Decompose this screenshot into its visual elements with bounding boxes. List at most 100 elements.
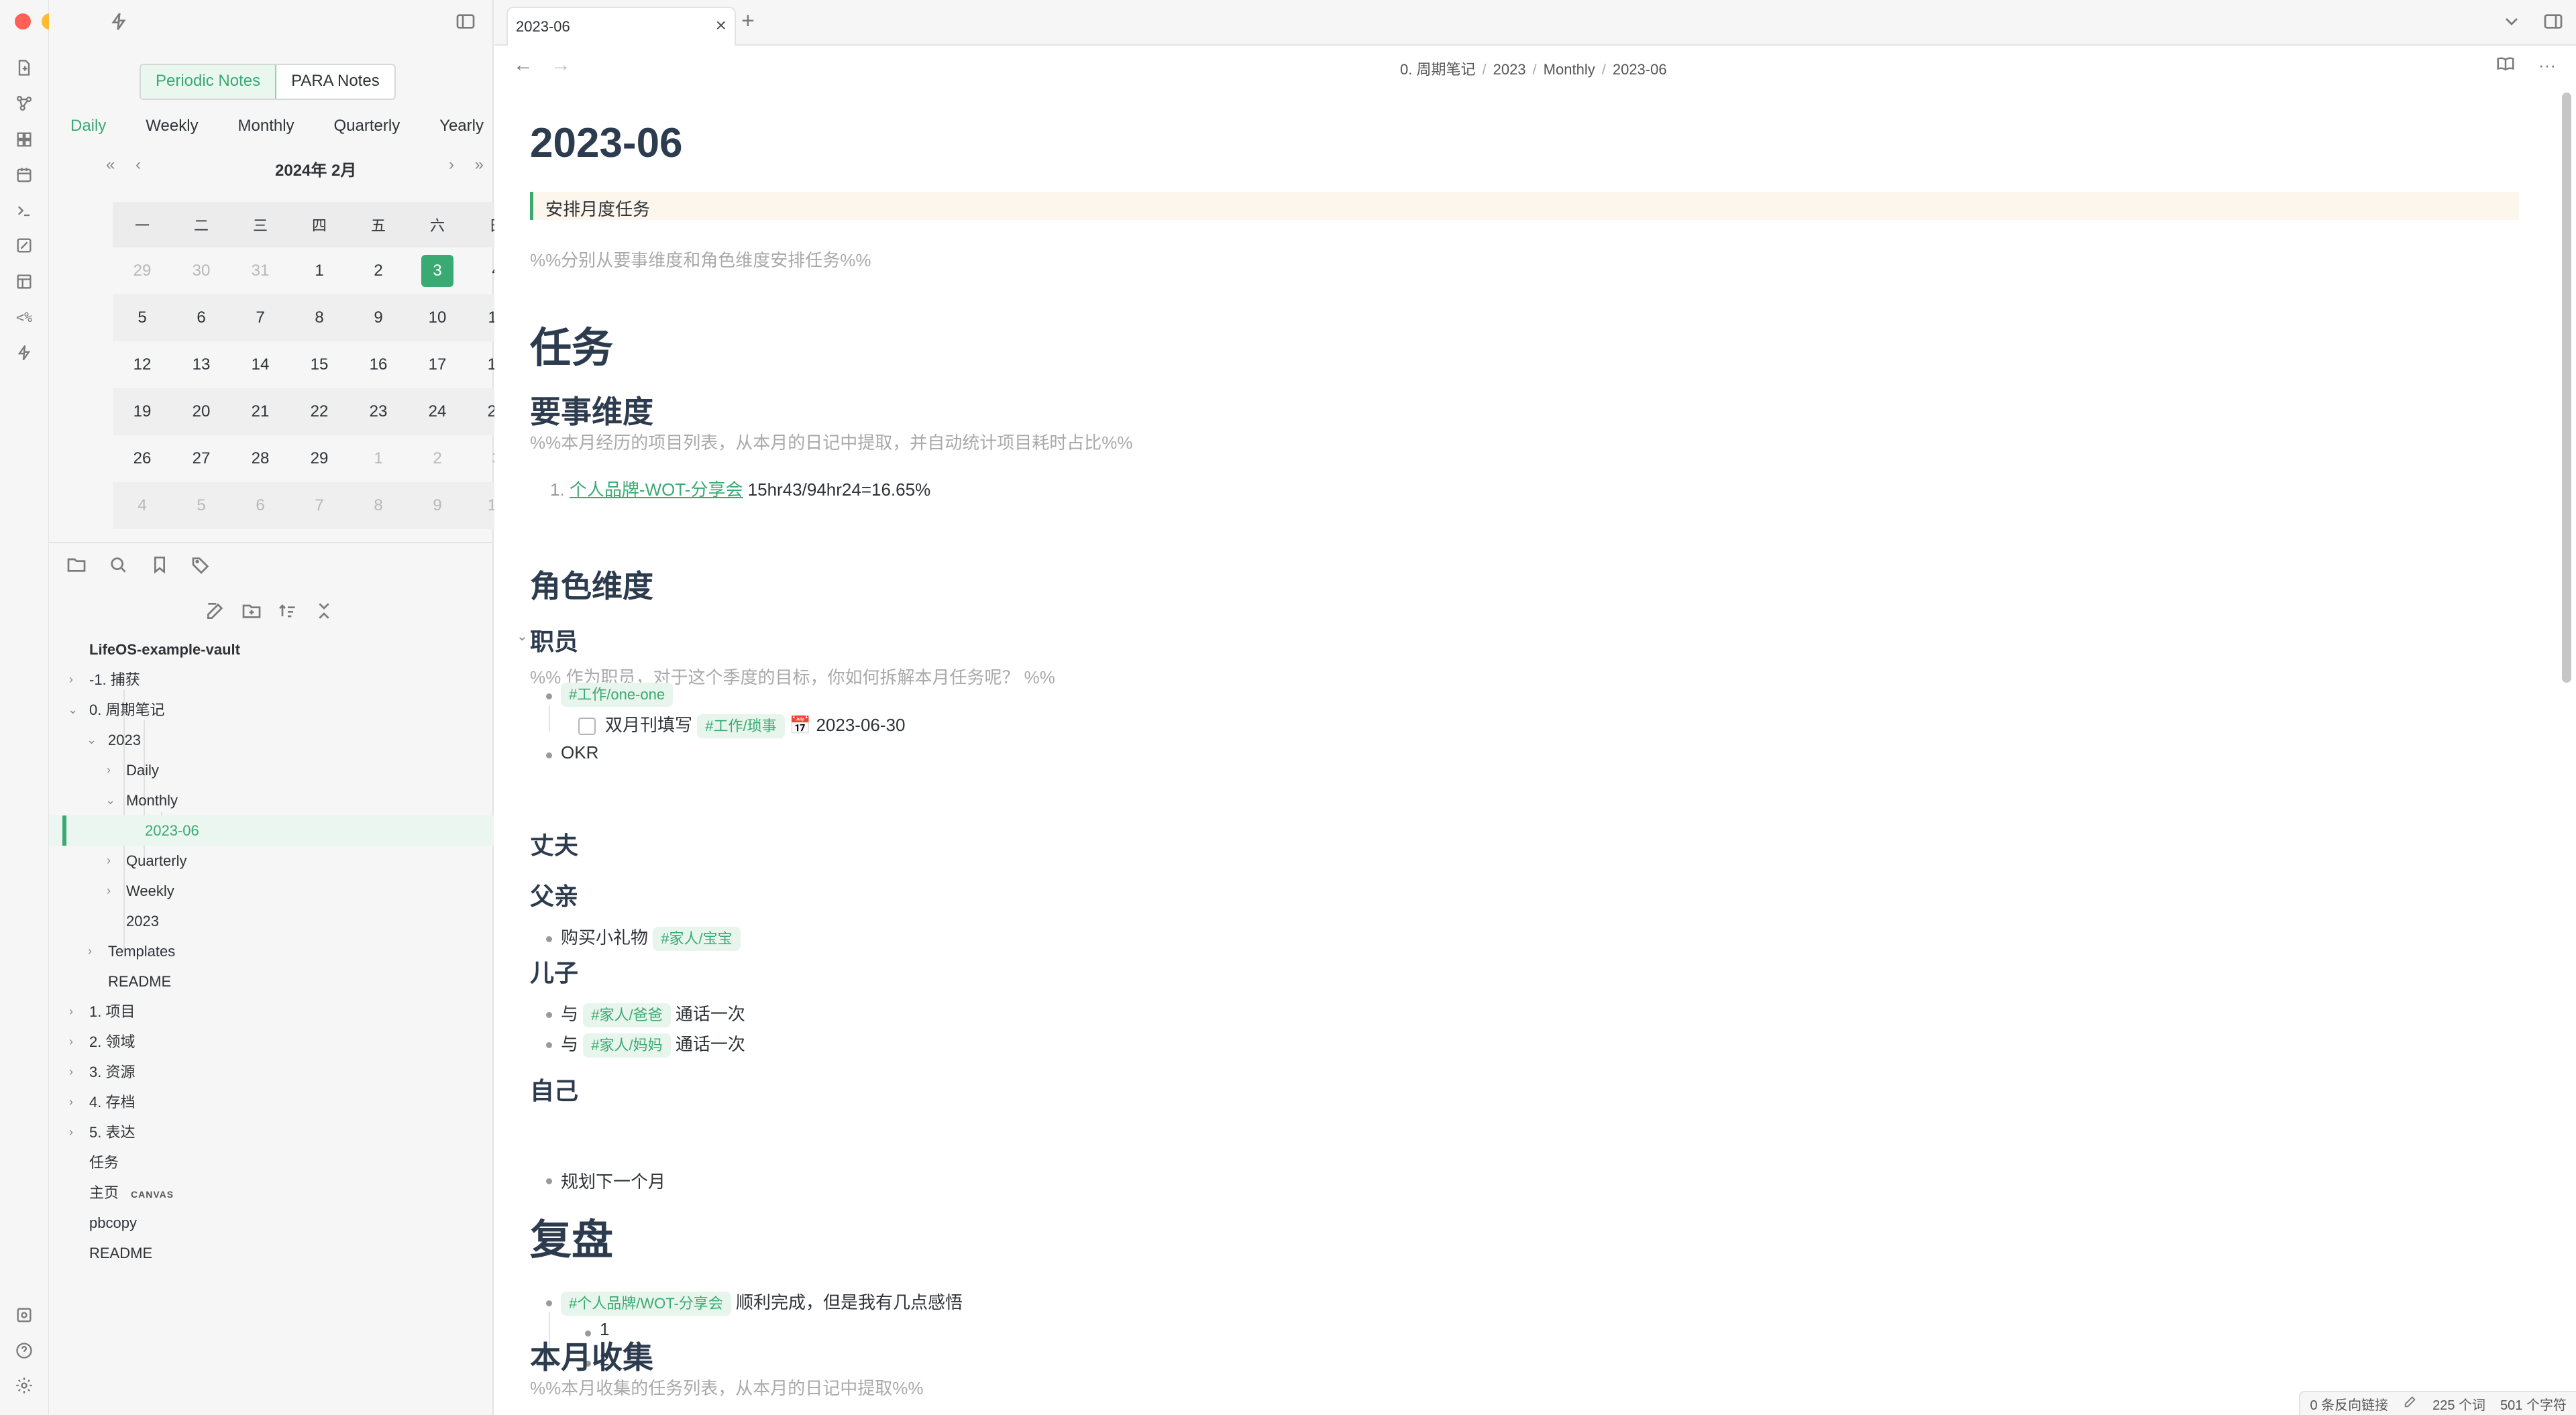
tree-folder-areas[interactable]: › 2. 领域 <box>49 1027 494 1057</box>
calendar-prev-arrows-icon[interactable]: « ‹ <box>106 156 149 174</box>
calendar-day[interactable]: 29 <box>290 435 349 482</box>
calendar-day[interactable]: 26 <box>113 435 172 482</box>
calendar-day[interactable]: 7 <box>231 294 290 341</box>
tree-folder-quarterly[interactable]: › Quarterly <box>49 846 494 876</box>
tree-file-tasks[interactable]: 任务 <box>49 1147 494 1178</box>
calendar-day[interactable]: 12 <box>113 341 172 388</box>
fold-chevron-icon[interactable]: ⌄ <box>517 628 528 644</box>
calendar-day[interactable]: 17 <box>408 341 467 388</box>
new-folder-icon[interactable] <box>241 600 262 625</box>
terminal-icon[interactable] <box>13 200 35 221</box>
tree-folder-2023[interactable]: ⌄ 2023 <box>49 725 494 755</box>
calendar-day[interactable]: 21 <box>231 388 290 435</box>
calendar-day[interactable]: 2 <box>349 247 408 294</box>
tab-daily[interactable]: Daily <box>62 114 114 138</box>
tag-pill[interactable]: #家人/妈妈 <box>583 1033 671 1058</box>
tab-2023-06[interactable]: 2023-06 × <box>506 7 736 46</box>
backlinks-count[interactable]: 0 条反向链接 <box>2310 1394 2388 1414</box>
toggle-sidebar-icon[interactable] <box>455 9 476 36</box>
calendar-day[interactable]: 20 <box>172 388 231 435</box>
help-icon[interactable] <box>13 1340 35 1361</box>
tab-monthly[interactable]: Monthly <box>230 114 303 138</box>
tree-folder-archive[interactable]: › 4. 存档 <box>49 1087 494 1117</box>
calendar-day[interactable]: 27 <box>172 435 231 482</box>
calendar-day-today[interactable]: 3 <box>408 247 467 294</box>
tag-pill[interactable]: #家人/宝宝 <box>653 927 741 952</box>
search-icon[interactable] <box>107 554 129 579</box>
callout-block[interactable]: 安排月度任务 <box>530 192 2519 220</box>
tab-weekly[interactable]: Weekly <box>138 114 206 138</box>
calendar-day[interactable]: 1 <box>349 435 408 482</box>
internal-link[interactable]: 个人品牌-WOT-分享会 <box>570 479 743 500</box>
collapse-all-icon[interactable] <box>313 600 335 625</box>
tree-file-readme[interactable]: README <box>49 1238 494 1268</box>
dashboard-icon[interactable] <box>13 129 35 150</box>
tree-folder-periodic[interactable]: ⌄ 0. 周期笔记 <box>49 695 494 725</box>
tag-pill[interactable]: #工作/琐事 <box>697 714 785 739</box>
more-options-icon[interactable]: ··· <box>2538 55 2556 76</box>
calendar-next-arrows-icon[interactable]: › » <box>449 156 492 174</box>
calendar-day[interactable]: 29 <box>113 247 172 294</box>
open-quick-switcher-icon[interactable] <box>13 57 35 78</box>
calendar-day[interactable]: 6 <box>172 294 231 341</box>
tree-file-home-canvas[interactable]: 主页 CANVAS <box>49 1178 494 1208</box>
calendar-day[interactable]: 13 <box>172 341 231 388</box>
new-tab-icon[interactable]: + <box>741 8 755 34</box>
bookmark-icon[interactable] <box>149 554 170 579</box>
lightning-icon[interactable] <box>108 9 129 36</box>
calendar-day[interactable]: 15 <box>290 341 349 388</box>
task-checkbox[interactable] <box>578 718 596 736</box>
editor-scrollbar[interactable] <box>2562 93 2571 683</box>
calendar-day[interactable]: 5 <box>113 294 172 341</box>
vault-switcher-icon[interactable] <box>13 1304 35 1326</box>
tree-file-pbcopy[interactable]: pbcopy <box>49 1208 494 1238</box>
calendar-day[interactable]: 9 <box>408 482 467 529</box>
calendar-day[interactable]: 16 <box>349 341 408 388</box>
canvas-icon[interactable] <box>13 235 35 256</box>
close-tab-icon[interactable]: × <box>716 15 727 36</box>
calendar-day[interactable]: 8 <box>290 294 349 341</box>
tree-folder-weekly[interactable]: › Weekly <box>49 876 494 906</box>
calendar-day[interactable]: 4 <box>113 482 172 529</box>
calendar-day[interactable]: 5 <box>172 482 231 529</box>
tree-folder-daily[interactable]: › Daily <box>49 755 494 785</box>
calendar-day[interactable]: 6 <box>231 482 290 529</box>
tree-folder-express[interactable]: › 5. 表达 <box>49 1117 494 1147</box>
templater-icon[interactable]: <% <box>13 306 35 328</box>
calendar-day[interactable]: 30 <box>172 247 231 294</box>
calendar-day[interactable]: 9 <box>349 294 408 341</box>
calendar-day[interactable]: 2 <box>408 435 467 482</box>
settings-gear-icon[interactable] <box>13 1375 35 1396</box>
segment-para-notes[interactable]: PARA Notes <box>276 65 394 99</box>
tag-pill[interactable]: #个人品牌/WOT-分享会 <box>561 1292 731 1316</box>
tags-icon[interactable] <box>191 554 212 579</box>
breadcrumb-item[interactable]: 0. 周期笔记 <box>1400 61 1475 78</box>
tab-quarterly[interactable]: Quarterly <box>326 114 409 138</box>
calendar-day[interactable]: 23 <box>349 388 408 435</box>
calendar-day[interactable]: 19 <box>113 388 172 435</box>
calendar-day[interactable]: 31 <box>231 247 290 294</box>
tag-pill[interactable]: #工作/one-one <box>561 683 674 707</box>
tree-folder-templates[interactable]: › Templates <box>49 936 494 966</box>
tree-folder-resources[interactable]: › 3. 资源 <box>49 1057 494 1087</box>
calendar-icon[interactable] <box>13 164 35 186</box>
edit-mode-icon[interactable] <box>2403 1394 2418 1413</box>
reading-view-icon[interactable] <box>2496 54 2516 77</box>
new-note-icon[interactable] <box>205 600 226 625</box>
calendar-day[interactable]: 1 <box>290 247 349 294</box>
calendar-day[interactable]: 22 <box>290 388 349 435</box>
toggle-right-sidebar-icon[interactable] <box>2542 11 2564 36</box>
tree-folder-capture[interactable]: › -1. 捕获 <box>49 665 494 695</box>
close-window-button[interactable] <box>15 13 31 30</box>
calendar-day[interactable]: 8 <box>349 482 408 529</box>
file-explorer-icon[interactable] <box>66 554 87 579</box>
lightning-icon[interactable] <box>13 342 35 363</box>
breadcrumb-item[interactable]: 2023 <box>1493 61 1526 78</box>
breadcrumb-item[interactable]: 2023-06 <box>1613 61 1667 78</box>
segment-periodic-notes[interactable]: Periodic Notes <box>141 65 277 99</box>
table-icon[interactable] <box>13 271 35 292</box>
calendar-day[interactable]: 14 <box>231 341 290 388</box>
graph-view-icon[interactable] <box>13 93 35 114</box>
tree-folder-projects[interactable]: › 1. 项目 <box>49 997 494 1027</box>
tree-vault-root[interactable]: LifeOS-example-vault <box>49 634 494 665</box>
